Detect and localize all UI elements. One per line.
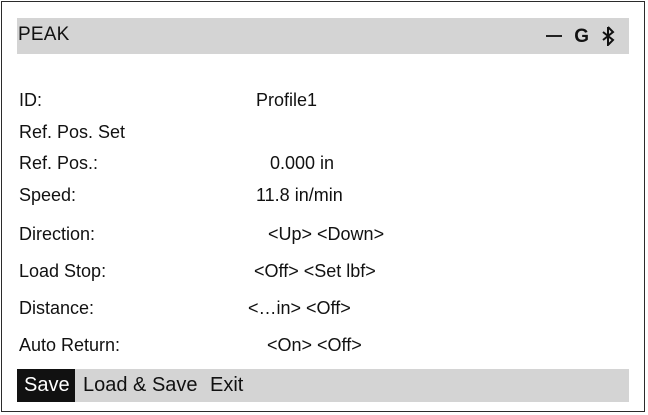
direction-label: Direction: <box>19 224 96 244</box>
auto-return-label: Auto Return: <box>19 335 121 355</box>
status-icons: G <box>546 22 615 50</box>
load-stop-label: Load Stop: <box>19 261 107 281</box>
speed-label: Speed: <box>19 185 77 205</box>
distance-options[interactable]: <…in> <Off> <box>248 297 351 319</box>
speed-value[interactable]: 11.8 in/min <box>256 184 343 206</box>
distance-label: Distance: <box>19 298 95 318</box>
id-label: ID: <box>19 90 43 110</box>
softkey-bar: Save Load & Save Exit <box>17 369 629 402</box>
exit-button[interactable]: Exit <box>210 369 243 402</box>
load-stop-options[interactable]: <Off> <Set lbf> <box>254 260 376 282</box>
minus-icon <box>546 35 563 37</box>
g-indicator-icon: G <box>574 25 589 47</box>
ref-pos-value: 0.000 in <box>270 153 335 173</box>
bluetooth-icon <box>602 26 615 46</box>
auto-return-options[interactable]: <On> <Off> <box>267 334 362 356</box>
ref-pos-set-label[interactable]: Ref. Pos. Set <box>19 121 125 143</box>
ref-pos-label: Ref. Pos.: <box>19 153 99 173</box>
direction-options[interactable]: <Up> <Down> <box>268 223 384 245</box>
save-button[interactable]: Save <box>17 369 75 402</box>
load-and-save-button[interactable]: Load & Save <box>83 369 198 402</box>
title-bar: PEAK G <box>17 18 629 54</box>
id-value[interactable]: Profile1 <box>256 89 317 111</box>
screen-title: PEAK <box>18 24 70 45</box>
